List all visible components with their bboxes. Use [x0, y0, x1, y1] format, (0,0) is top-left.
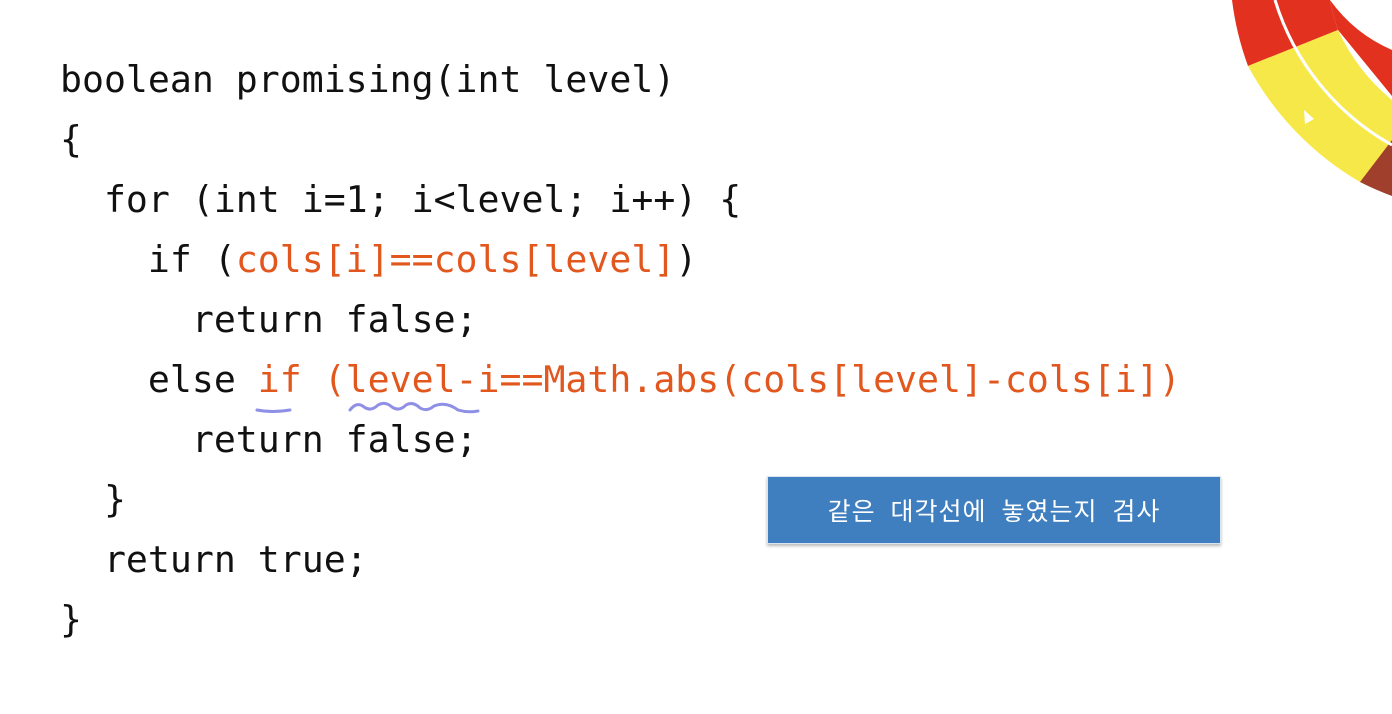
code-text: return true; — [60, 538, 368, 581]
code-text: } — [60, 478, 126, 521]
code-text: return false; — [60, 418, 478, 461]
callout-text: 같은 대각선에 놓였는지 검사 — [827, 497, 1161, 526]
code-text: } — [60, 598, 82, 641]
code-text: ) — [675, 238, 698, 281]
code-line: if (cols[i]==cols[level]) — [60, 230, 1181, 290]
diagonal-check-callout: 같은 대각선에 놓였는지 검사 — [767, 476, 1221, 544]
code-line: return false; — [60, 410, 1181, 470]
code-text: for (int i=1; i<level; i++) { — [60, 178, 742, 221]
code-text: return false; — [60, 298, 478, 341]
code-line: { — [60, 110, 1181, 170]
code-text: if ( — [60, 238, 236, 281]
code-block: boolean promising(int level) { for (int … — [60, 50, 1181, 650]
code-line: } — [60, 590, 1181, 650]
code-text: boolean promising(int level) — [60, 58, 676, 101]
code-line: for (int i=1; i<level; i++) { — [60, 170, 1181, 230]
code-line: else if (level-i==Math.abs(cols[level]-c… — [60, 350, 1181, 410]
code-line: return false; — [60, 290, 1181, 350]
slide: boolean promising(int level) { for (int … — [0, 0, 1392, 714]
code-text: else — [60, 358, 258, 401]
code-line: boolean promising(int level) — [60, 50, 1181, 110]
highlighted-expression: if (level-i==Math.abs(cols[level]-cols[i… — [257, 358, 1181, 401]
highlighted-expression: cols[i]==cols[level] — [235, 238, 676, 281]
code-text: { — [60, 118, 82, 161]
